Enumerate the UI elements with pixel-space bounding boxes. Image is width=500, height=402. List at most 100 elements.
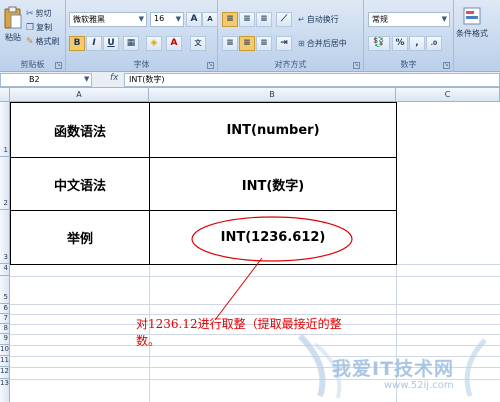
- row-header-11[interactable]: 11: [0, 356, 10, 367]
- format-painter-button[interactable]: ✎ 格式刷: [26, 36, 60, 47]
- column-header-c[interactable]: C: [396, 88, 500, 102]
- watermark-url: www.52ij.com: [384, 380, 454, 391]
- grow-font-button[interactable]: A: [186, 12, 202, 27]
- chevron-down-icon: ▼: [441, 15, 447, 23]
- underline-button[interactable]: U: [103, 36, 119, 51]
- grid-line: [10, 314, 500, 315]
- cell-a2[interactable]: 中文语法: [10, 157, 150, 211]
- alignment-group: ≡ ≡ ≡ ⟋ ↵ 自动换行 ≡ ≡ ≡ ⇥ ⊞ 合并后居中 对齐方式 ↘: [218, 0, 364, 72]
- grid-line: [10, 276, 500, 277]
- cell-b1[interactable]: INT(number): [149, 102, 397, 158]
- conditional-format-icon: [463, 7, 481, 25]
- row-header-10[interactable]: 10: [0, 345, 10, 356]
- shrink-font-button[interactable]: A: [202, 12, 218, 27]
- ribbon: 粘贴 ✂ 剪切 ❐ 复制 ✎ 格式刷 剪贴板 ↘ 微软雅黑 ▼ 16 ▼ A A…: [0, 0, 500, 72]
- column-header-a[interactable]: A: [10, 88, 149, 102]
- merge-icon: ⊞: [298, 39, 305, 48]
- formula-bar: B2 ▼ fx INT(数字): [0, 72, 500, 88]
- row-header-3[interactable]: 3: [0, 210, 10, 264]
- function-icon[interactable]: fx: [110, 73, 119, 83]
- comma-button[interactable]: ,: [409, 36, 425, 51]
- font-name-combo[interactable]: 微软雅黑 ▼: [69, 12, 147, 27]
- currency-button[interactable]: 💱: [368, 36, 390, 51]
- select-all-corner[interactable]: [0, 88, 10, 102]
- number-group-label: 数字: [400, 60, 417, 69]
- conditional-format-button[interactable]: 条件格式: [456, 6, 488, 39]
- name-box-dropdown-icon[interactable]: ▼: [84, 75, 89, 83]
- align-left-button[interactable]: ≡: [222, 36, 238, 51]
- font-size-value: 16: [154, 14, 165, 23]
- column-header-b[interactable]: B: [149, 88, 396, 102]
- percent-button[interactable]: %: [392, 36, 408, 51]
- wrap-icon: ↵: [298, 15, 305, 24]
- merge-center-label: 合并后居中: [306, 39, 347, 48]
- align-bottom-button[interactable]: ≡: [256, 12, 272, 27]
- clipboard-launcher[interactable]: ↘: [55, 62, 62, 69]
- align-top-button[interactable]: ≡: [222, 12, 238, 27]
- row-header-7[interactable]: 7: [0, 314, 10, 324]
- alignment-group-label: 对齐方式: [274, 60, 307, 69]
- border-button[interactable]: ▦: [123, 36, 139, 51]
- row-header-1[interactable]: 1: [0, 102, 10, 157]
- cell-a1[interactable]: 函数语法: [10, 102, 150, 158]
- font-group-label: 字体: [133, 60, 150, 69]
- chevron-down-icon: ▼: [175, 15, 181, 23]
- row-header-9[interactable]: 9: [0, 334, 10, 345]
- formula-value: INT(数字): [129, 75, 165, 84]
- font-size-combo[interactable]: 16 ▼: [150, 12, 184, 27]
- align-center-button[interactable]: ≡: [239, 36, 255, 51]
- formula-input[interactable]: INT(数字): [124, 73, 500, 87]
- cut-label: 剪切: [35, 9, 52, 18]
- number-group: 常规 ▼ 💱 % , .0 数字 ↘: [364, 0, 454, 72]
- cell-a3[interactable]: 举例: [10, 210, 150, 265]
- wrap-text-label: 自动换行: [306, 15, 339, 24]
- paste-button[interactable]: 粘贴: [2, 6, 24, 43]
- copy-icon: ❐: [26, 22, 35, 33]
- indent-button[interactable]: ⇥: [276, 36, 292, 51]
- name-box[interactable]: B2: [0, 73, 92, 87]
- copy-button[interactable]: ❐ 复制: [26, 22, 52, 33]
- row-header-4[interactable]: 4: [0, 264, 10, 276]
- font-group: 微软雅黑 ▼ 16 ▼ A A B I U ▦ ◈ A 文 字体 ↘: [66, 0, 218, 72]
- phonetic-button[interactable]: 文: [190, 36, 206, 51]
- orientation-button[interactable]: ⟋: [276, 12, 292, 27]
- clipboard-group: 粘贴 ✂ 剪切 ❐ 复制 ✎ 格式刷 剪贴板 ↘: [0, 0, 66, 72]
- merge-center-button[interactable]: ⊞ 合并后居中: [298, 38, 347, 49]
- row-header-12[interactable]: 12: [0, 367, 10, 379]
- row-header-5[interactable]: 5: [0, 276, 10, 304]
- grid-line: [10, 304, 500, 305]
- row-header-8[interactable]: 8: [0, 324, 10, 334]
- cut-button[interactable]: ✂ 剪切: [26, 8, 52, 19]
- wrap-text-button[interactable]: ↵ 自动换行: [298, 14, 339, 25]
- align-middle-button[interactable]: ≡: [239, 12, 255, 27]
- italic-button[interactable]: I: [86, 36, 102, 51]
- row-header-2[interactable]: 2: [0, 157, 10, 210]
- increase-decimal-button[interactable]: .0: [426, 36, 442, 51]
- number-format-value: 常规: [372, 15, 388, 24]
- brush-icon: ✎: [26, 36, 34, 47]
- styles-group: 条件格式: [454, 0, 500, 72]
- number-launcher[interactable]: ↘: [443, 62, 450, 69]
- font-name-value: 微软雅黑: [73, 15, 105, 24]
- conditional-format-label: 条件格式: [456, 29, 488, 38]
- scissors-icon: ✂: [26, 8, 34, 19]
- chevron-down-icon: ▼: [138, 15, 144, 23]
- align-right-button[interactable]: ≡: [256, 36, 272, 51]
- paste-icon: [4, 6, 22, 29]
- row-header-13[interactable]: 13: [0, 379, 10, 402]
- font-color-button[interactable]: A: [166, 36, 182, 51]
- font-launcher[interactable]: ↘: [207, 62, 214, 69]
- paste-label: 粘贴: [5, 33, 21, 42]
- watermark: 我爱IT技术网 www.52ij.com: [290, 326, 500, 402]
- row-header-6[interactable]: 6: [0, 304, 10, 314]
- number-format-combo[interactable]: 常规 ▼: [368, 12, 450, 27]
- bold-button[interactable]: B: [69, 36, 85, 51]
- cell-b3[interactable]: INT(1236.612): [149, 210, 397, 265]
- copy-label: 复制: [36, 23, 53, 32]
- name-box-value: B2: [29, 75, 40, 84]
- fill-color-button[interactable]: ◈: [146, 36, 162, 51]
- alignment-launcher[interactable]: ↘: [353, 62, 360, 69]
- watermark-title: 我爱IT技术网: [332, 358, 455, 380]
- format-painter-label: 格式刷: [35, 37, 60, 46]
- cell-b2[interactable]: INT(数字): [149, 157, 397, 211]
